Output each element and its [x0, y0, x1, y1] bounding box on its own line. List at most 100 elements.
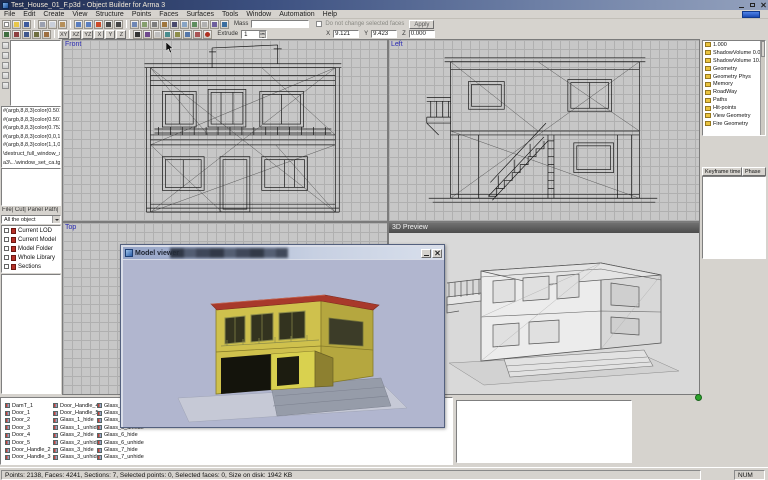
selection-item[interactable]: DamT_1 — [5, 402, 51, 409]
axis-lock-button[interactable]: X — [94, 30, 104, 39]
maximize-button[interactable] — [747, 1, 757, 9]
lod-item[interactable]: ShadowVolume 10.000 — [703, 57, 765, 65]
zoom-selection-icon[interactable] — [140, 20, 149, 29]
axis-lock-button[interactable]: Z — [116, 30, 126, 39]
selection-item[interactable]: Door_2 — [5, 417, 51, 424]
copy-icon[interactable] — [48, 20, 57, 29]
selection-item[interactable]: Door_Handle_3 — [5, 454, 51, 461]
step-down-icon[interactable] — [259, 34, 266, 38]
close-button[interactable] — [758, 1, 768, 9]
lod-item[interactable]: View Geometry — [703, 112, 765, 120]
vertex-snap-icon[interactable] — [190, 20, 199, 29]
texture-tool-icon[interactable] — [2, 42, 9, 49]
selection-item[interactable]: Glass_1_unhide — [53, 424, 100, 431]
paste-icon[interactable] — [58, 20, 67, 29]
lod-item[interactable]: Geometry — [703, 65, 765, 73]
mv-close-button[interactable] — [432, 249, 442, 258]
measure-icon[interactable] — [220, 20, 229, 29]
model-viewer-canvas[interactable] — [123, 260, 444, 427]
lod-item[interactable]: Memory — [703, 80, 765, 88]
selection-item[interactable]: Glass_2_unhide — [53, 439, 100, 446]
scope-option[interactable]: Sections — [2, 262, 60, 271]
selection-item[interactable]: Door_Handle_2 — [5, 446, 51, 453]
apply-button[interactable]: Apply — [409, 20, 434, 29]
texture-list-item[interactable]: #(argb,8,8,3)color(0,0,1,0.co — [2, 133, 60, 142]
menu-item[interactable]: Structure — [91, 11, 127, 18]
phase-column[interactable]: Phase — [742, 167, 766, 176]
viewport-left[interactable]: Left — [388, 39, 700, 222]
eyedrop-tool-icon[interactable] — [2, 82, 9, 89]
selection-item[interactable]: Door_3 — [5, 424, 51, 431]
zoom-in-icon[interactable] — [130, 20, 139, 29]
paint-tool-icon[interactable] — [2, 72, 9, 79]
flip-normals-icon[interactable] — [173, 30, 182, 39]
viewport-front[interactable]: Front — [62, 39, 388, 222]
menu-item[interactable]: Window — [242, 11, 275, 18]
lod-item[interactable]: Fire Geometry — [703, 120, 765, 128]
forward-arrow-icon[interactable] — [114, 20, 123, 29]
menu-item[interactable]: Tools — [218, 11, 242, 18]
menu-item[interactable]: View — [68, 11, 91, 18]
menu-item[interactable]: Create — [39, 11, 68, 18]
selection-item[interactable]: Glass_2_hide — [53, 432, 100, 439]
keyframe-time-column[interactable]: Keyframe time — [702, 167, 742, 176]
cancel-op-icon[interactable] — [203, 30, 212, 39]
coord-z-field[interactable]: 0.000 — [409, 30, 435, 38]
keyframe-list[interactable] — [702, 176, 766, 259]
animation-list-box[interactable] — [456, 400, 632, 463]
selection-item[interactable]: Glass_7_hide — [97, 446, 144, 453]
squarize-icon[interactable] — [193, 30, 202, 39]
pan-view-icon[interactable] — [150, 20, 159, 29]
selection-item[interactable]: Glass_3_hide — [53, 446, 100, 453]
selection-item[interactable]: Door_4 — [5, 432, 51, 439]
selection-item[interactable]: Glass_6_hide — [97, 432, 144, 439]
axis-lock-button[interactable]: XZ — [70, 30, 81, 39]
menu-item[interactable]: File — [0, 11, 19, 18]
rotate-view-icon[interactable] — [160, 20, 169, 29]
texture-list-item[interactable]: a3\...\window_set_ca.tga — [2, 159, 60, 168]
scale-tool-icon[interactable] — [22, 30, 31, 39]
axis-lock-button[interactable]: Y — [105, 30, 115, 39]
menu-item[interactable]: Points — [128, 11, 155, 18]
translate-icon[interactable] — [32, 30, 41, 39]
record-icon[interactable] — [94, 20, 103, 29]
checkbox-icon[interactable] — [4, 228, 9, 233]
menu-item[interactable]: Surfaces — [182, 11, 218, 18]
axis-lock-button[interactable]: YZ — [82, 30, 93, 39]
material-list[interactable] — [1, 168, 61, 206]
selection-item[interactable]: Door_Handle_4 — [53, 402, 100, 409]
scope-option[interactable]: Whole Library — [2, 253, 60, 262]
mass-field[interactable] — [251, 20, 309, 28]
redo-icon[interactable] — [84, 20, 93, 29]
minimize-button[interactable] — [736, 1, 746, 9]
lod-item[interactable]: Paths — [703, 96, 765, 104]
triangulate-icon[interactable] — [183, 30, 192, 39]
selection-item[interactable]: Door_5 — [5, 439, 51, 446]
texture-list-item[interactable]: #(argb,8,8,3)color(0.501961,0 — [2, 116, 60, 125]
save-icon[interactable] — [22, 20, 31, 29]
checkbox-icon[interactable] — [4, 255, 9, 260]
scope-option[interactable]: Current Model — [2, 235, 60, 244]
checkbox-icon[interactable] — [4, 237, 9, 242]
new-file-icon[interactable] — [2, 20, 11, 29]
delete-points-icon[interactable] — [133, 30, 142, 39]
mv-minimize-button[interactable] — [421, 249, 431, 258]
selection-item[interactable]: Glass_1_hide — [53, 417, 100, 424]
texture-list-item[interactable]: #(argb,8,8,3)color(1,1,0.50196 — [2, 141, 60, 150]
material-tool-icon[interactable] — [2, 52, 9, 59]
selection-item[interactable]: Door_Handle_5 — [53, 409, 100, 416]
split-face-icon[interactable] — [163, 30, 172, 39]
texture-list-item[interactable]: \destruct_full_window_set_c — [2, 150, 60, 159]
scope-option[interactable]: Current LOD — [2, 226, 60, 235]
move-tool-icon[interactable] — [2, 30, 11, 39]
selection-item[interactable]: Glass_7_unhide — [97, 454, 144, 461]
menu-item[interactable]: Help — [319, 11, 341, 18]
lod-item[interactable]: Hit-points — [703, 104, 765, 112]
chevron-down-icon[interactable] — [52, 216, 60, 223]
no-change-checkbox[interactable] — [316, 21, 322, 27]
grid-snap-icon[interactable] — [200, 20, 209, 29]
selection-item[interactable]: Glass_6_unhide — [97, 439, 144, 446]
scope-option[interactable]: Model Folder — [2, 244, 60, 253]
select-rect-icon[interactable] — [180, 20, 189, 29]
checkbox-icon[interactable] — [4, 246, 9, 251]
